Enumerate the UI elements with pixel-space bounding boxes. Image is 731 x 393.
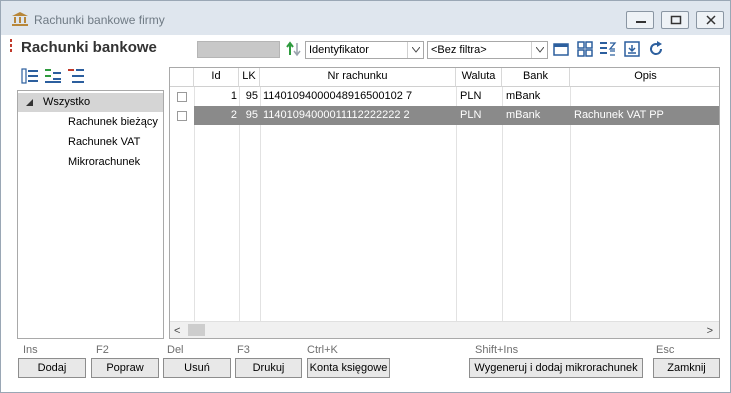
- cell-bank: mBank: [506, 90, 541, 102]
- tree-item-rachunek-biezacy[interactable]: Rachunek bieżący: [68, 116, 158, 128]
- cell-nr-rachunku: 11401094000048916500102 7: [263, 90, 413, 102]
- chevron-down-icon: [407, 42, 423, 58]
- close-icon: [706, 15, 716, 25]
- expand-tree-icon[interactable]: [44, 68, 62, 84]
- cell-id: 1: [230, 90, 237, 102]
- main-window: Rachunki bankowe firmy Rachunki bankowe …: [0, 0, 731, 393]
- cell-opis: Rachunek VAT PP: [574, 109, 664, 121]
- folder-icon[interactable]: [552, 40, 570, 58]
- column-header-id[interactable]: Id: [194, 68, 239, 87]
- hotkey-konta: Ctrl+K: [307, 344, 338, 356]
- search-input[interactable]: [197, 41, 280, 58]
- generate-subaccount-button[interactable]: Wygeneruj i dodaj mikrorachunek: [469, 358, 643, 378]
- scroll-left-icon[interactable]: <: [174, 325, 180, 337]
- filter-value: <Bez filtra>: [431, 44, 487, 56]
- expanded-triangle-icon: [26, 99, 33, 106]
- edit-button[interactable]: Popraw: [91, 358, 159, 378]
- required-marker: [10, 39, 13, 56]
- add-button[interactable]: Dodaj: [18, 358, 86, 378]
- row-checkbox[interactable]: [177, 92, 187, 102]
- column-header-bank[interactable]: Bank: [502, 68, 570, 87]
- accounting-accounts-button[interactable]: Konta księgowe: [307, 358, 390, 378]
- window-title: Rachunki bankowe firmy: [34, 13, 165, 27]
- cell-lk: 95: [245, 109, 258, 121]
- chevron-down-icon: [531, 42, 547, 58]
- horizontal-scrollbar[interactable]: < >: [170, 321, 719, 338]
- cell-bank: mBank: [506, 109, 541, 121]
- delete-button[interactable]: Usuń: [163, 358, 231, 378]
- sort-field-select[interactable]: Identyfikator: [305, 41, 424, 59]
- maximize-button[interactable]: [661, 11, 689, 29]
- title-bar[interactable]: Rachunki bankowe firmy: [1, 1, 730, 35]
- column-header-lk[interactable]: LK: [239, 68, 260, 87]
- hotkey-dodaj: Ins: [23, 344, 38, 356]
- cell-waluta: PLN: [460, 109, 482, 121]
- cell-nr-rachunku: 11401094000011112222222 2: [263, 109, 410, 121]
- filter-select[interactable]: <Bez filtra>: [427, 41, 548, 59]
- sort-list-icon[interactable]: [599, 40, 617, 58]
- hotkey-popraw: F2: [96, 344, 109, 356]
- scrollbar-thumb[interactable]: [188, 324, 205, 336]
- sort-direction-icon[interactable]: [285, 40, 303, 58]
- sort-field-value: Identyfikator: [309, 44, 369, 56]
- minimize-icon: [636, 21, 646, 23]
- cell-id: 2: [230, 109, 237, 121]
- tree-options-icon[interactable]: [67, 68, 85, 84]
- maximize-icon: [670, 15, 682, 25]
- column-header-waluta[interactable]: Waluta: [456, 68, 502, 87]
- tree-root-label: Wszystko: [43, 96, 91, 108]
- column-header-checkbox: [170, 68, 194, 87]
- category-tree[interactable]: Wszystko Rachunek bieżący Rachunek VAT M…: [17, 90, 164, 339]
- minimize-button[interactable]: [626, 11, 654, 29]
- close-window-button[interactable]: Zamknij: [653, 358, 720, 378]
- column-header-opis[interactable]: Opis: [570, 68, 719, 87]
- hotkey-drukuj: F3: [237, 344, 250, 356]
- row-checkbox[interactable]: [177, 111, 187, 121]
- close-button[interactable]: [696, 11, 724, 29]
- collapse-tree-icon[interactable]: [21, 68, 39, 84]
- accounts-grid[interactable]: Id LK Nr rachunku Waluta Bank Opis 1 95 …: [169, 67, 720, 339]
- hotkey-usun: Del: [167, 344, 184, 356]
- page-title: Rachunki bankowe: [21, 39, 157, 56]
- column-header-nr-rachunku[interactable]: Nr rachunku: [260, 68, 456, 87]
- grid-view-icon[interactable]: [576, 40, 594, 58]
- bank-icon: [12, 12, 28, 26]
- export-icon[interactable]: [623, 40, 641, 58]
- hotkey-wygeneruj: Shift+Ins: [475, 344, 519, 356]
- hotkey-zamknij: Esc: [656, 344, 675, 356]
- print-button[interactable]: Drukuj: [235, 358, 302, 378]
- scroll-right-icon[interactable]: >: [707, 325, 713, 337]
- cell-lk: 95: [245, 90, 258, 102]
- tree-item-rachunek-vat[interactable]: Rachunek VAT: [68, 136, 140, 148]
- cell-waluta: PLN: [460, 90, 482, 102]
- tree-item-mikrorachunek[interactable]: Mikrorachunek: [68, 156, 140, 168]
- cell-opis: [574, 87, 719, 106]
- tree-item-wszystko[interactable]: Wszystko: [18, 93, 163, 112]
- refresh-icon[interactable]: [647, 40, 665, 58]
